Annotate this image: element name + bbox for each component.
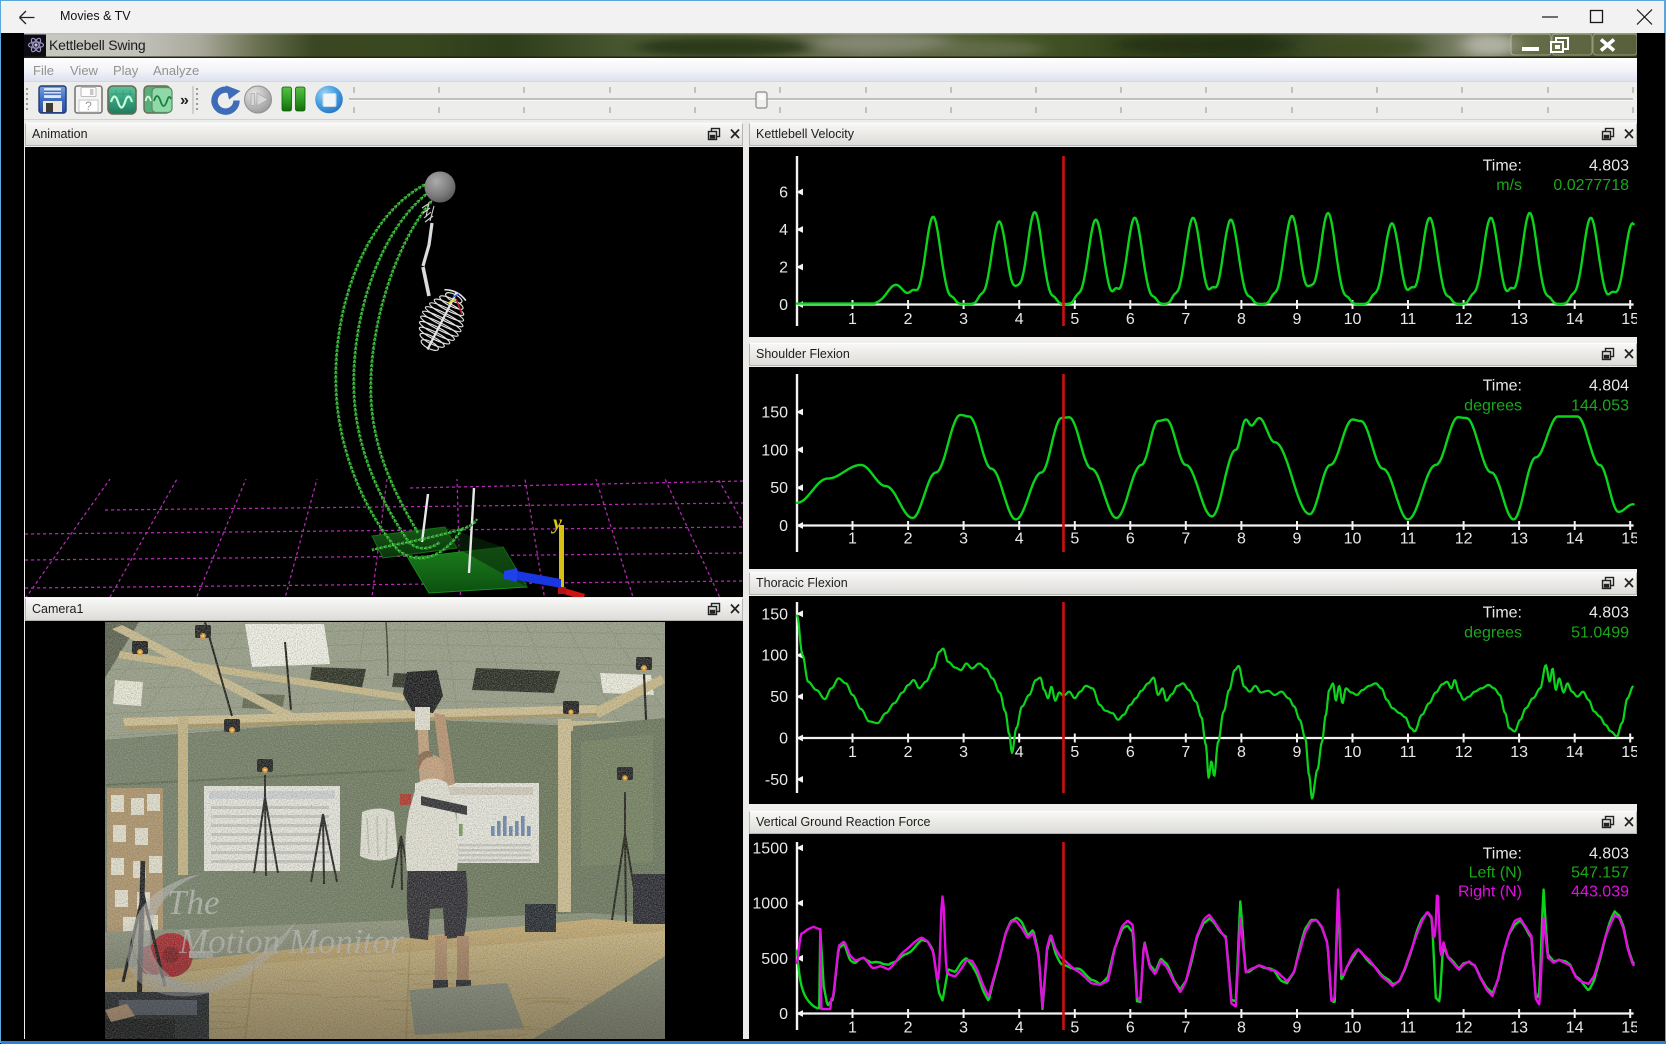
svg-text:5: 5 — [1070, 311, 1079, 328]
svg-text:3: 3 — [959, 744, 968, 761]
svg-text:150: 150 — [761, 606, 788, 623]
svg-text:-50: -50 — [765, 772, 788, 789]
svg-text:6: 6 — [1126, 311, 1135, 328]
svg-text:2: 2 — [904, 530, 913, 547]
svg-text:14: 14 — [1566, 1020, 1584, 1037]
svg-text:8: 8 — [1237, 1020, 1246, 1037]
svg-text:7: 7 — [1181, 1020, 1190, 1037]
svg-text:Time:: Time: — [1483, 846, 1522, 863]
svg-text:2: 2 — [904, 744, 913, 761]
svg-text:12: 12 — [1455, 1020, 1473, 1037]
svg-text:4.803: 4.803 — [1589, 158, 1629, 175]
svg-text:9: 9 — [1293, 530, 1302, 547]
svg-text:y: y — [551, 512, 562, 534]
svg-text:144.053: 144.053 — [1571, 397, 1629, 414]
svg-text:7: 7 — [1181, 530, 1190, 547]
svg-text:2: 2 — [904, 311, 913, 328]
svg-text:7: 7 — [1181, 744, 1190, 761]
svg-text:0: 0 — [779, 518, 788, 535]
svg-text:0: 0 — [779, 731, 788, 748]
svg-text:11: 11 — [1400, 744, 1417, 761]
svg-text:3: 3 — [959, 1020, 968, 1037]
svg-text:1: 1 — [848, 744, 857, 761]
svg-text:2: 2 — [904, 1020, 913, 1037]
svg-text:4: 4 — [1015, 744, 1024, 761]
svg-text:9: 9 — [1293, 744, 1302, 761]
svg-text:13: 13 — [1510, 530, 1528, 547]
svg-text:500: 500 — [761, 951, 788, 968]
svg-text:m/s: m/s — [1496, 177, 1522, 194]
svg-text:4.803: 4.803 — [1589, 846, 1629, 863]
svg-text:11: 11 — [1400, 1020, 1417, 1037]
svg-text:14: 14 — [1566, 530, 1584, 547]
svg-text:13: 13 — [1510, 311, 1528, 328]
svg-text:100: 100 — [761, 442, 788, 459]
svg-text:»: » — [180, 92, 189, 109]
svg-text:3: 3 — [959, 530, 968, 547]
svg-text:4.803: 4.803 — [1589, 605, 1629, 622]
svg-text:Left (N): Left (N) — [1469, 865, 1522, 882]
svg-text:50: 50 — [770, 480, 788, 497]
svg-text:10: 10 — [1344, 530, 1362, 547]
svg-text:5: 5 — [1070, 530, 1079, 547]
svg-text:15: 15 — [1621, 1020, 1637, 1037]
svg-text:9: 9 — [1293, 1020, 1302, 1037]
svg-text:Time:: Time: — [1483, 605, 1522, 622]
svg-text:11: 11 — [1400, 311, 1417, 328]
svg-text:4: 4 — [1015, 1020, 1024, 1037]
svg-text:15: 15 — [1621, 744, 1637, 761]
svg-text:5: 5 — [1070, 744, 1079, 761]
svg-text:15: 15 — [1621, 530, 1637, 547]
svg-text:7: 7 — [1181, 311, 1190, 328]
svg-text:547.157: 547.157 — [1571, 865, 1629, 882]
svg-text:12: 12 — [1455, 311, 1473, 328]
svg-text:1: 1 — [848, 311, 857, 328]
svg-text:14: 14 — [1566, 311, 1584, 328]
svg-text:Right (N): Right (N) — [1458, 884, 1522, 901]
svg-text:?: ? — [85, 99, 92, 113]
svg-text:0: 0 — [779, 1006, 788, 1023]
svg-text:100: 100 — [761, 648, 788, 665]
svg-text:Time:: Time: — [1483, 377, 1522, 394]
svg-text:5: 5 — [1070, 1020, 1079, 1037]
svg-text:6: 6 — [1126, 530, 1135, 547]
svg-text:degrees: degrees — [1464, 397, 1522, 414]
svg-text:1: 1 — [848, 530, 857, 547]
svg-text:15: 15 — [1621, 311, 1637, 328]
svg-text:1500: 1500 — [752, 840, 788, 857]
svg-text:2: 2 — [779, 260, 788, 277]
svg-text:51.0499: 51.0499 — [1571, 625, 1629, 642]
svg-text:50: 50 — [770, 689, 788, 706]
svg-text:443.039: 443.039 — [1571, 884, 1629, 901]
svg-text:6: 6 — [1126, 744, 1135, 761]
svg-text:150: 150 — [761, 404, 788, 421]
svg-text:0: 0 — [779, 297, 788, 314]
svg-text:1000: 1000 — [752, 896, 788, 913]
svg-text:1: 1 — [848, 1020, 857, 1037]
svg-text:9: 9 — [1293, 311, 1302, 328]
svg-text:6: 6 — [1126, 1020, 1135, 1037]
svg-text:13: 13 — [1510, 744, 1528, 761]
svg-text:degrees: degrees — [1464, 625, 1522, 642]
svg-text:4: 4 — [779, 222, 788, 239]
svg-text:12: 12 — [1455, 530, 1473, 547]
svg-text:6: 6 — [779, 185, 788, 202]
svg-text:10: 10 — [1344, 311, 1362, 328]
svg-text:4: 4 — [1015, 311, 1024, 328]
svg-text:10: 10 — [1344, 1020, 1362, 1037]
svg-text:11: 11 — [1400, 530, 1417, 547]
svg-text:0.0277718: 0.0277718 — [1553, 177, 1629, 194]
svg-text:4.804: 4.804 — [1589, 377, 1629, 394]
svg-text:12: 12 — [1455, 744, 1473, 761]
svg-text:8: 8 — [1237, 530, 1246, 547]
svg-text:3: 3 — [959, 311, 968, 328]
svg-text:Time:: Time: — [1483, 158, 1522, 175]
svg-text:14: 14 — [1566, 744, 1584, 761]
svg-text:10: 10 — [1344, 744, 1362, 761]
svg-text:4: 4 — [1015, 530, 1024, 547]
svg-text:13: 13 — [1510, 1020, 1528, 1037]
svg-text:8: 8 — [1237, 311, 1246, 328]
svg-text:8: 8 — [1237, 744, 1246, 761]
